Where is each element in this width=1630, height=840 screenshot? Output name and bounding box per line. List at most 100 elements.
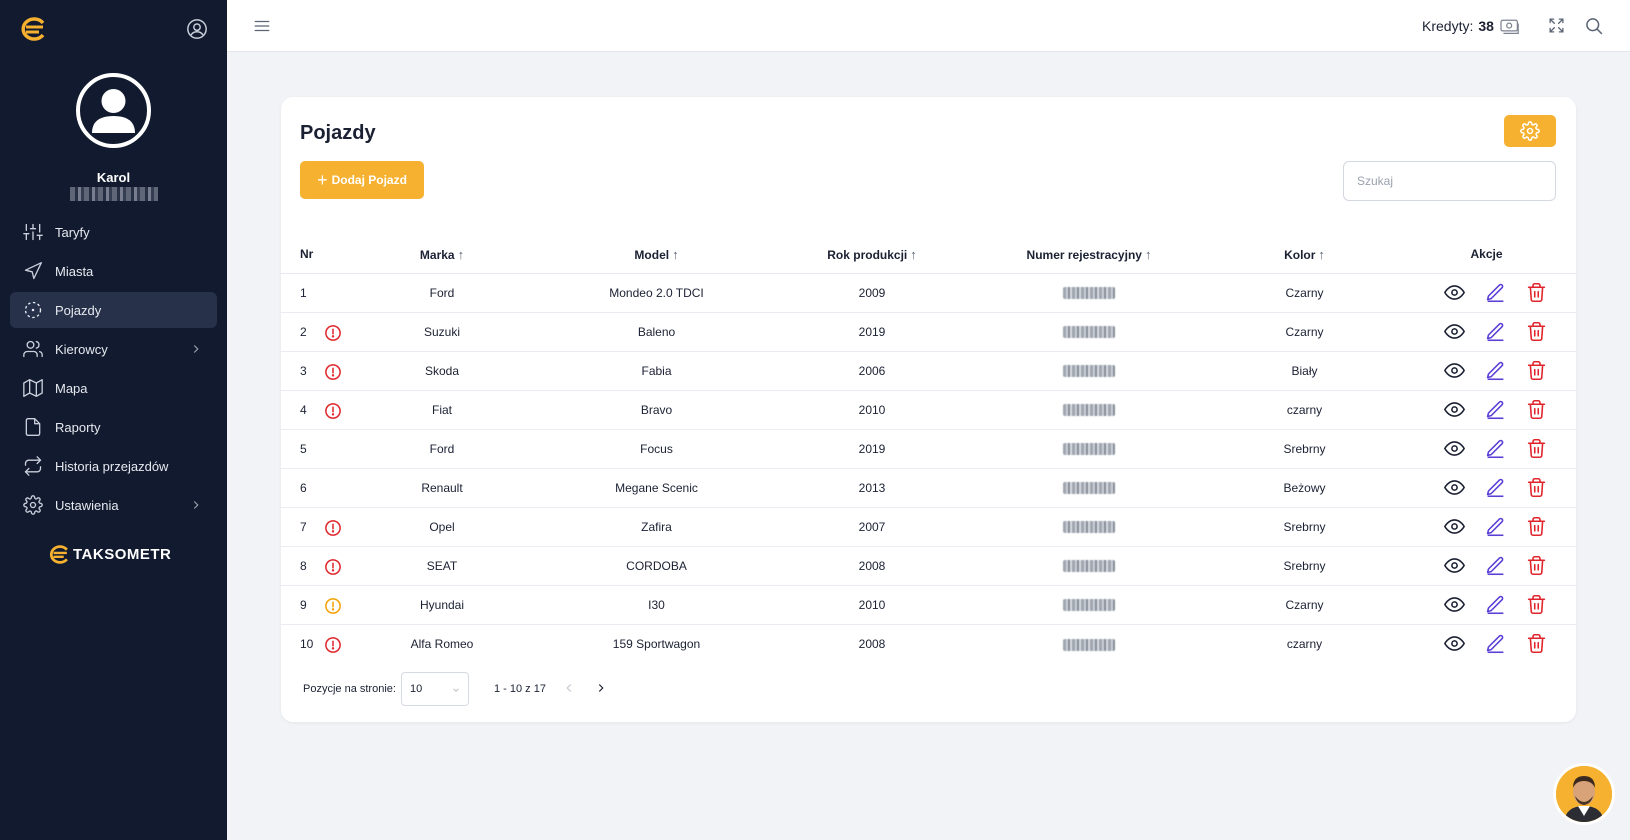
view-button[interactable] bbox=[1444, 282, 1465, 303]
cell-model: Bravo bbox=[535, 390, 778, 430]
trash-icon bbox=[1527, 399, 1546, 420]
cell-nr: 9 bbox=[281, 585, 316, 625]
cell-registration-redacted bbox=[966, 507, 1212, 547]
delete-button[interactable] bbox=[1526, 477, 1547, 498]
sidebar-item-ustawienia[interactable]: Ustawienia bbox=[10, 487, 217, 523]
cell-model: Mondeo 2.0 TDCI bbox=[535, 273, 778, 313]
sidebar-item-mapa[interactable]: Mapa bbox=[10, 370, 217, 406]
edit-button[interactable] bbox=[1485, 594, 1506, 615]
eye-icon bbox=[1444, 558, 1465, 573]
delete-button[interactable] bbox=[1526, 438, 1547, 459]
cell-kolor: czarny bbox=[1212, 390, 1397, 430]
column-header-rok[interactable]: Rok produkcji ↑ bbox=[778, 236, 966, 274]
pagination-range: 1 - 10 z 17 bbox=[494, 683, 546, 695]
edit-button[interactable] bbox=[1485, 321, 1506, 342]
column-header-label: Akcje bbox=[1470, 247, 1503, 262]
sidebar-item-label: Pojazdy bbox=[55, 302, 102, 318]
support-chat-avatar[interactable] bbox=[1553, 763, 1615, 825]
cell-marka: Suzuki bbox=[349, 312, 535, 352]
cell-actions bbox=[1397, 468, 1576, 508]
pagination: Pozycje na stronie: 10 1 - 10 z 17 bbox=[281, 672, 881, 707]
brand-logo-icon bbox=[49, 545, 68, 564]
topbar: Kredyty: 38 bbox=[227, 0, 1630, 52]
sidebar-item-miasta[interactable]: Miasta bbox=[10, 253, 217, 289]
cell-registration-redacted bbox=[966, 585, 1212, 625]
edit-button[interactable] bbox=[1485, 477, 1506, 498]
delete-button[interactable] bbox=[1526, 594, 1547, 615]
view-button[interactable] bbox=[1444, 360, 1465, 381]
sidebar-item-kierowcy[interactable]: Kierowcy bbox=[10, 331, 217, 367]
cell-marka: Ford bbox=[349, 273, 535, 313]
menu-icon[interactable] bbox=[253, 17, 271, 35]
table-row: 6 Renault Megane Scenic 2013 Beżowy bbox=[281, 468, 1576, 508]
sidebar-item-raporty[interactable]: Raporty bbox=[10, 409, 217, 445]
trash-icon bbox=[1527, 282, 1546, 303]
delete-button[interactable] bbox=[1526, 282, 1547, 303]
cell-actions bbox=[1397, 507, 1576, 547]
credits-label: Kredyty: bbox=[1422, 18, 1474, 34]
eye-icon bbox=[1444, 363, 1465, 378]
view-button[interactable] bbox=[1444, 399, 1465, 420]
edit-button[interactable] bbox=[1485, 438, 1506, 459]
table-row: 7 Opel Zafira 2007 Srebrny bbox=[281, 507, 1576, 547]
user-circle-icon[interactable] bbox=[186, 18, 208, 40]
previous-page-button[interactable] bbox=[562, 681, 576, 695]
delete-button[interactable] bbox=[1526, 633, 1547, 654]
eye-icon bbox=[1444, 636, 1465, 652]
cell-nr: 6 bbox=[281, 468, 316, 508]
sidebar-item-label: Taryfy bbox=[55, 224, 90, 240]
sidebar-item-taryfy[interactable]: Taryfy bbox=[10, 214, 217, 250]
per-page-select[interactable]: 10 bbox=[401, 672, 469, 706]
edit-button[interactable] bbox=[1485, 633, 1506, 654]
cell-model: Megane Scenic bbox=[535, 468, 778, 508]
cell-marka: SEAT bbox=[349, 546, 535, 586]
cell-actions bbox=[1397, 390, 1576, 430]
delete-button[interactable] bbox=[1526, 360, 1547, 381]
cell-kolor: Srebrny bbox=[1212, 546, 1397, 586]
view-button[interactable] bbox=[1444, 516, 1465, 537]
view-button[interactable] bbox=[1444, 438, 1465, 459]
edit-button[interactable] bbox=[1485, 555, 1506, 576]
eye-icon bbox=[1444, 441, 1465, 456]
column-header-label: Kolor bbox=[1284, 247, 1316, 262]
table-row: 8 SEAT CORDOBA 2008 Srebrny bbox=[281, 546, 1576, 586]
column-header-kolor[interactable]: Kolor ↑ bbox=[1212, 236, 1397, 274]
view-button[interactable] bbox=[1444, 594, 1465, 615]
view-button[interactable] bbox=[1444, 633, 1465, 654]
search-icon[interactable] bbox=[1584, 16, 1604, 36]
fullscreen-icon[interactable] bbox=[1548, 17, 1565, 34]
search-input[interactable] bbox=[1343, 161, 1556, 201]
view-button[interactable] bbox=[1444, 555, 1465, 576]
user-name: Karol bbox=[96, 170, 131, 185]
cell-registration-redacted bbox=[966, 351, 1212, 391]
column-header-model[interactable]: Model ↑ bbox=[535, 236, 778, 274]
cell-model: I30 bbox=[535, 585, 778, 625]
delete-button[interactable] bbox=[1526, 321, 1547, 342]
edit-button[interactable] bbox=[1485, 516, 1506, 537]
delete-button[interactable] bbox=[1526, 555, 1547, 576]
column-header-nr: Nr bbox=[281, 236, 316, 274]
sidebar-item-historia-przejazdow[interactable]: Historia przejazdów bbox=[10, 448, 217, 484]
table-settings-button[interactable] bbox=[1504, 115, 1556, 147]
delete-button[interactable] bbox=[1526, 516, 1547, 537]
edit-button[interactable] bbox=[1485, 282, 1506, 303]
view-button[interactable] bbox=[1444, 477, 1465, 498]
pencil-icon bbox=[1486, 595, 1504, 615]
add-vehicle-button[interactable]: + Dodaj Pojazd bbox=[300, 161, 424, 199]
view-button[interactable] bbox=[1444, 321, 1465, 342]
column-header-marka[interactable]: Marka ↑ bbox=[349, 236, 535, 274]
delete-button[interactable] bbox=[1526, 399, 1547, 420]
edit-button[interactable] bbox=[1485, 399, 1506, 420]
eye-icon bbox=[1444, 597, 1465, 612]
sidebar-item-label: Historia przejazdów bbox=[55, 458, 169, 474]
app-logo-icon[interactable] bbox=[19, 17, 47, 41]
cell-rok: 2008 bbox=[858, 636, 886, 651]
edit-button[interactable] bbox=[1485, 360, 1506, 381]
alert-circle-icon bbox=[324, 518, 342, 536]
redacted-plate bbox=[1063, 560, 1115, 573]
cell-actions bbox=[1397, 351, 1576, 391]
next-page-button[interactable] bbox=[594, 681, 608, 695]
cell-rok: 2006 bbox=[778, 351, 966, 391]
sidebar-item-pojazdy[interactable]: Pojazdy bbox=[10, 292, 217, 328]
column-header-numer[interactable]: Numer rejestracyjny ↑ bbox=[966, 236, 1212, 274]
